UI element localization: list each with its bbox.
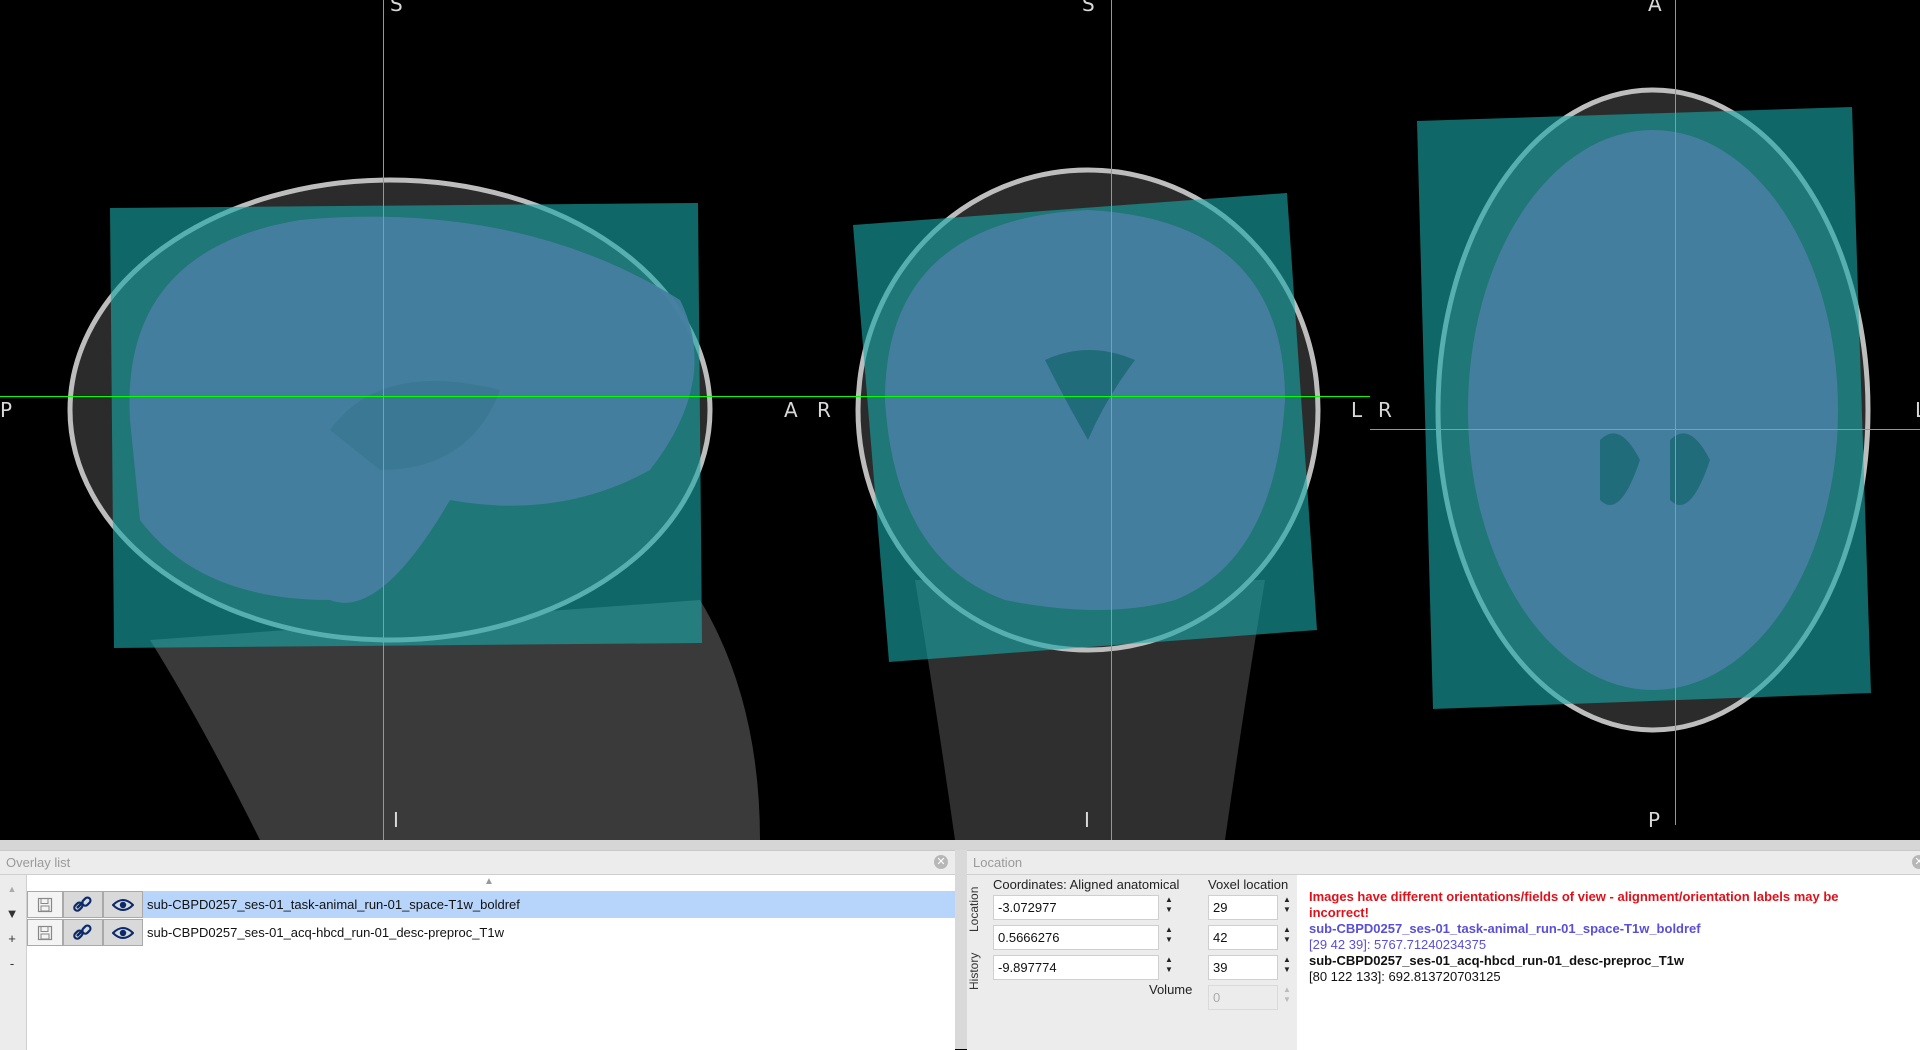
save-icon[interactable] (27, 919, 63, 946)
move-up-button[interactable]: ▲ (0, 879, 24, 899)
eye-icon[interactable] (103, 891, 143, 918)
orientation-posterior-label: P (0, 398, 13, 422)
orientation-left-label: L (1915, 400, 1920, 420)
orientation-inferior-label: I (393, 808, 399, 832)
add-overlay-button[interactable]: + (0, 929, 24, 949)
coronal-slice (853, 167, 1321, 840)
x-voxel-stepper[interactable]: ▲ ▼ (1280, 895, 1294, 920)
coronal-view[interactable]: S I R L (805, 0, 1370, 840)
move-down-button[interactable]: ▼ (0, 904, 24, 924)
volume-stepper[interactable]: ▲ ▼ (1280, 985, 1294, 1010)
orientation-superior-label: S (1082, 0, 1095, 16)
image2-value: [80 122 133]: 692.813720703125 (1309, 969, 1501, 984)
volume-input[interactable]: 0 (1208, 985, 1278, 1010)
sort-indicator-icon: ▲ (484, 876, 494, 887)
overlay-list: sub-CBPD0257_ses-01_task-animal_run-01_s… (27, 891, 955, 1050)
image1-name: sub-CBPD0257_ses-01_task-animal_run-01_s… (1309, 921, 1701, 936)
y-coordinate-stepper[interactable]: ▲ ▼ (1162, 925, 1176, 950)
tab-location[interactable]: Location (967, 879, 987, 939)
z-coordinate-stepper[interactable]: ▲ ▼ (1162, 955, 1176, 980)
z-coordinate-input[interactable]: -9.897774 (993, 955, 1159, 980)
overlay-item[interactable]: sub-CBPD0257_ses-01_task-animal_run-01_s… (27, 891, 955, 918)
overlay-list-title: Overlay list (0, 851, 955, 875)
y-voxel-stepper[interactable]: ▲ ▼ (1280, 925, 1294, 950)
x-coordinate-input[interactable]: -3.072977 (993, 895, 1159, 920)
crosshair-horizontal[interactable] (805, 396, 1370, 397)
panel-divider[interactable] (955, 850, 967, 1049)
close-icon[interactable]: ✕ (934, 855, 948, 869)
orientation-warning-cont: incorrect! (1309, 905, 1369, 920)
coordinates-header: Coordinates: Aligned anatomical (993, 877, 1180, 892)
orientation-right-label: R (817, 398, 831, 422)
sagittal-slice (67, 177, 760, 840)
overlay-item[interactable]: sub-CBPD0257_ses-01_acq-hbcd_run-01_desc… (27, 919, 955, 946)
link-icon[interactable] (63, 891, 103, 918)
panel-separator (0, 840, 1920, 850)
axial-view[interactable]: A P R L (1370, 0, 1920, 840)
x-coordinate-stepper[interactable]: ▲ ▼ (1162, 895, 1176, 920)
overlay-name: sub-CBPD0257_ses-01_acq-hbcd_run-01_desc… (147, 925, 504, 940)
orientation-anterior-label: A (1648, 0, 1662, 16)
save-icon[interactable] (27, 891, 63, 918)
location-tabs: Location History (967, 875, 988, 1050)
y-voxel-input[interactable]: 42 (1208, 925, 1278, 950)
orientation-posterior-label: P (1648, 808, 1661, 832)
eye-icon[interactable] (103, 919, 143, 946)
close-icon[interactable]: ✕ (1912, 855, 1920, 869)
overlay-toolbar: ▲ ▼ + - (0, 875, 27, 1050)
crosshair-vertical[interactable] (383, 0, 384, 840)
axial-slice (1417, 87, 1871, 733)
orientation-warning: Images have different orientations/field… (1309, 889, 1839, 904)
location-title: Location (967, 851, 1920, 875)
remove-overlay-button[interactable]: - (0, 954, 24, 974)
overlay-list-panel: Overlay list ✕ ▲ ▼ + - sub-CBPD0257_ses-… (0, 850, 955, 1050)
orientation-superior-label: S (390, 0, 403, 16)
y-coordinate-input[interactable]: 0.5666276 (993, 925, 1159, 950)
location-info-area: Images have different orientations/field… (1297, 875, 1920, 1050)
image1-value: [29 42 39]: 5767.71240234375 (1309, 937, 1487, 952)
crosshair-vertical[interactable] (1111, 0, 1112, 840)
voxel-location-header: Voxel location (1208, 877, 1289, 892)
coordinates-block: Coordinates: Aligned anatomical Voxel lo… (987, 875, 1297, 1050)
overlay-name: sub-CBPD0257_ses-01_task-animal_run-01_s… (147, 897, 520, 912)
orientation-right-label: R (1378, 398, 1392, 422)
z-voxel-input[interactable]: 39 (1208, 955, 1278, 980)
crosshair-vertical[interactable] (1675, 0, 1676, 825)
image-canvas[interactable]: S I P A S I R L A P R L (0, 0, 1920, 840)
location-panel: Location ✕ Location History Coordinates:… (967, 850, 1920, 1050)
orientation-inferior-label: I (1084, 808, 1090, 832)
volume-label: Volume (1149, 982, 1193, 997)
tab-history[interactable]: History (967, 945, 987, 997)
crosshair-horizontal[interactable] (0, 396, 805, 397)
image2-name: sub-CBPD0257_ses-01_acq-hbcd_run-01_desc… (1309, 953, 1684, 968)
orientation-anterior-label: A (784, 398, 798, 422)
sagittal-view[interactable]: S I P A (0, 0, 805, 840)
crosshair-horizontal[interactable] (1370, 429, 1920, 430)
z-voxel-stepper[interactable]: ▲ ▼ (1280, 955, 1294, 980)
link-icon[interactable] (63, 919, 103, 946)
orientation-left-label: L (1351, 398, 1363, 422)
x-voxel-input[interactable]: 29 (1208, 895, 1278, 920)
